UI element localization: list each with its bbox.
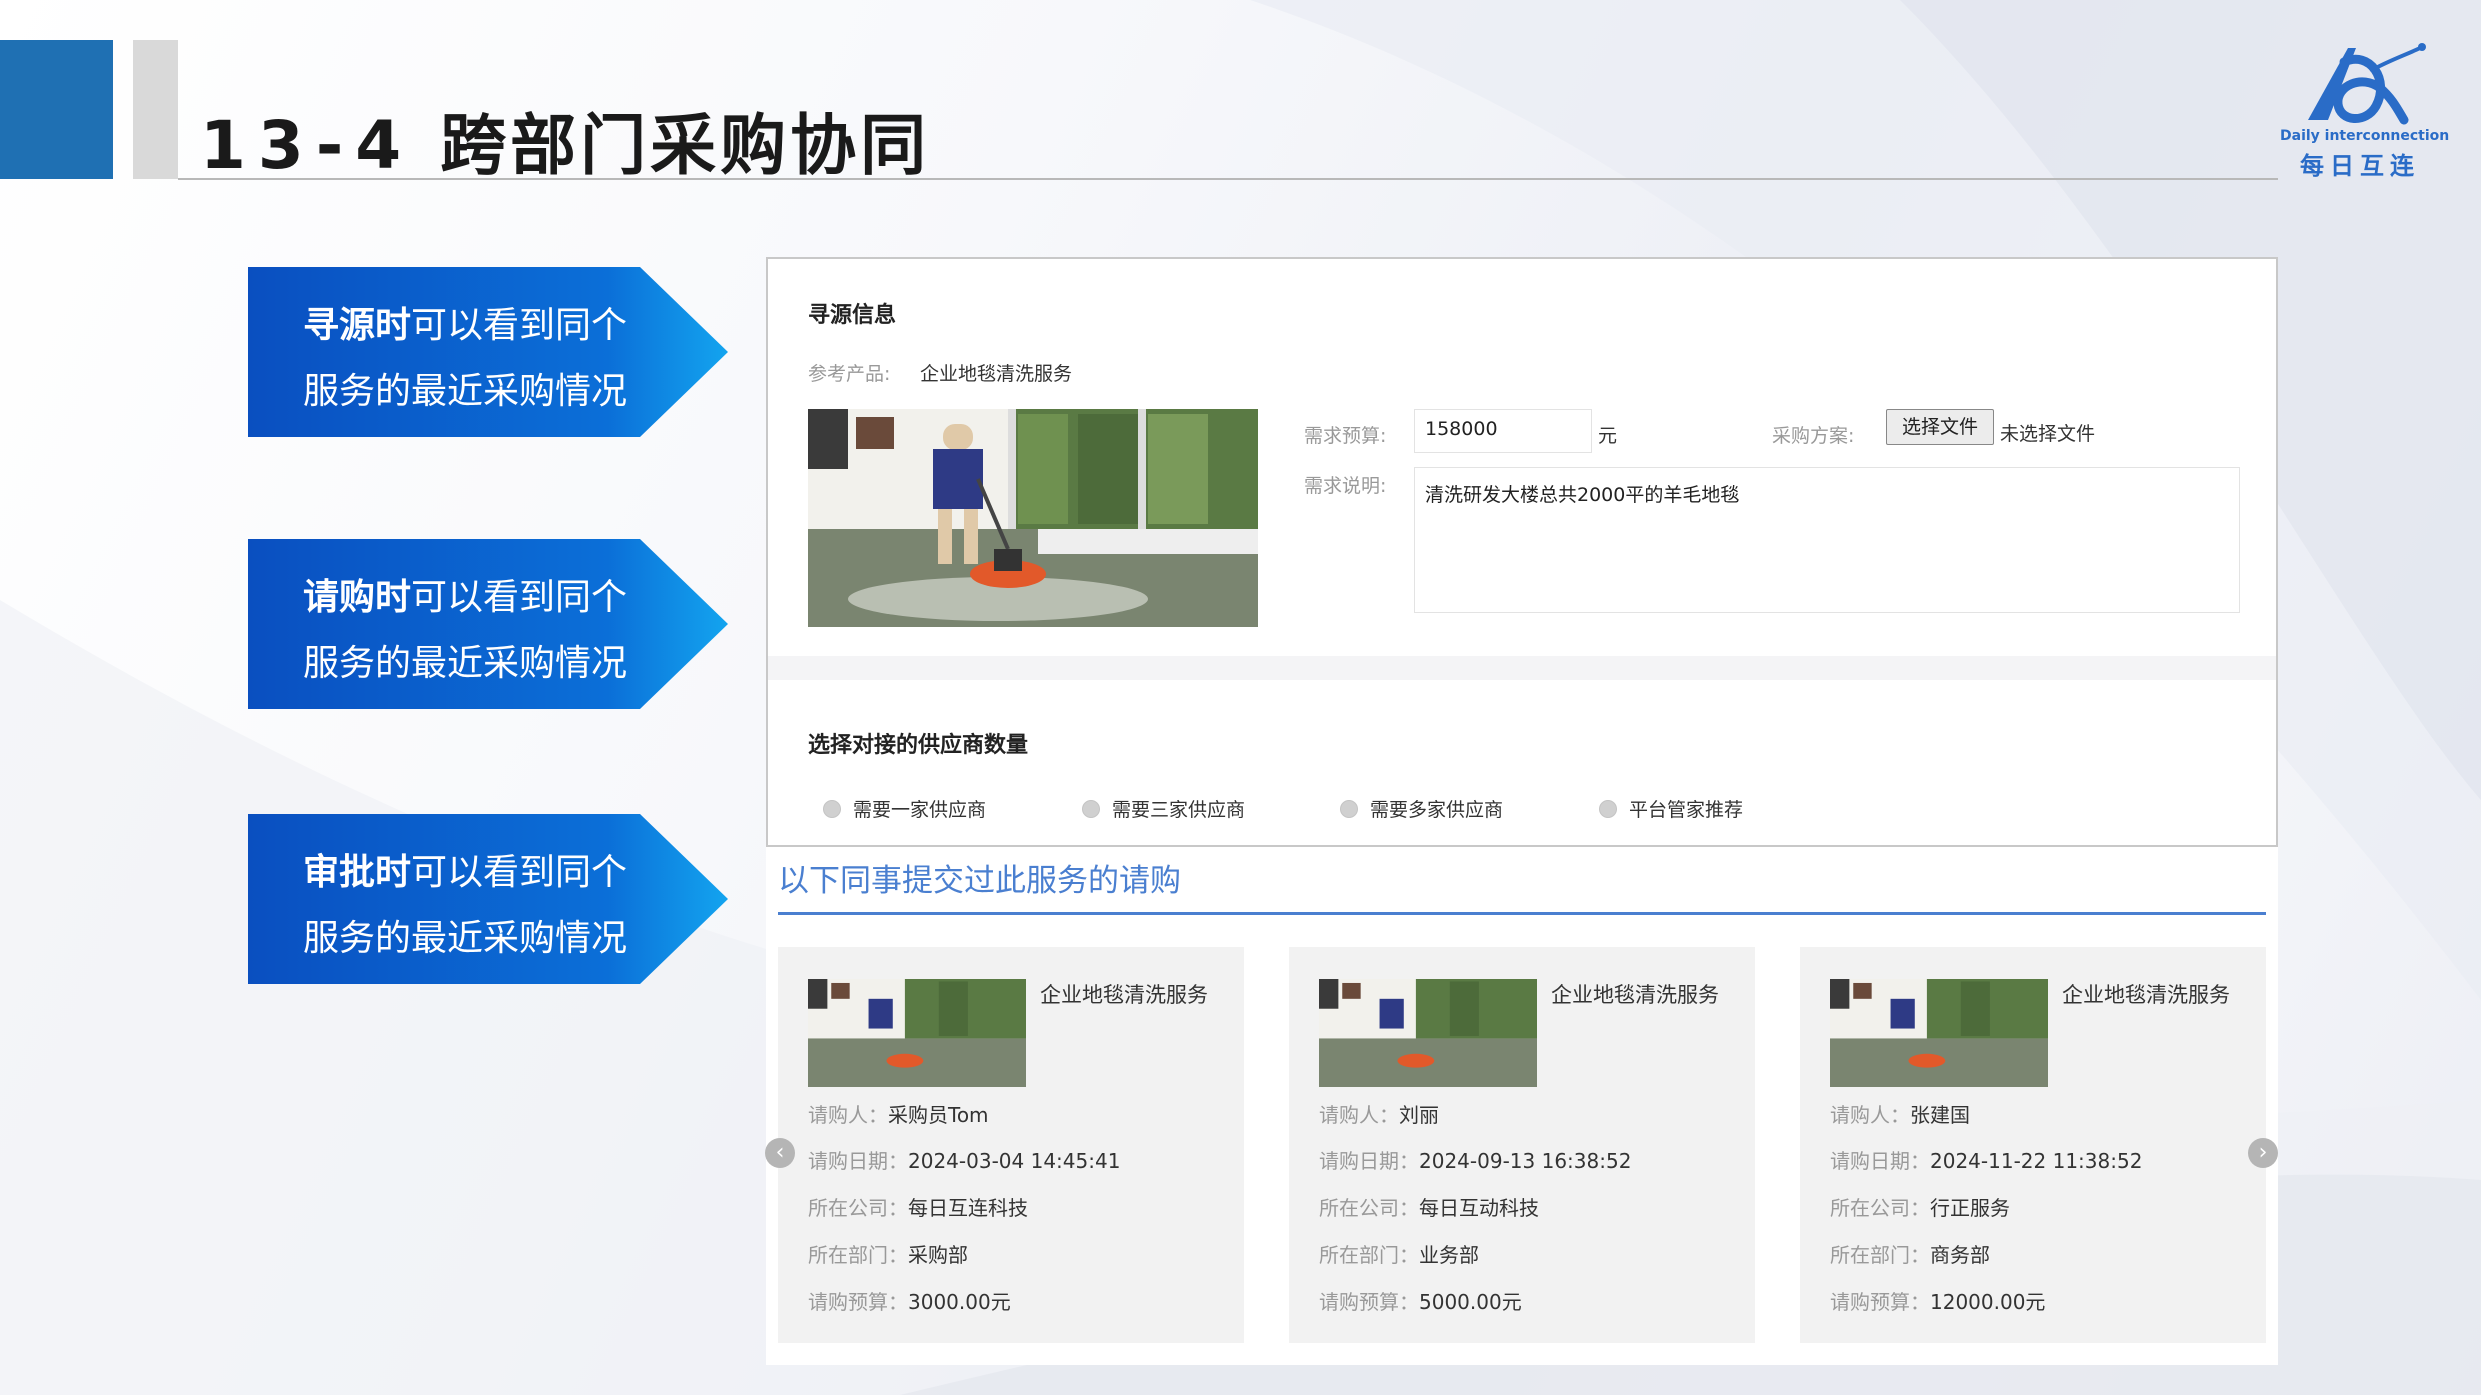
- carpet-cleaning-thumb: [1830, 979, 2048, 1087]
- radio-platform-recommend[interactable]: 平台管家推荐: [1599, 795, 1743, 822]
- carousel-prev-icon[interactable]: ‹: [765, 1138, 795, 1168]
- radio-multiple-suppliers[interactable]: 需要多家供应商: [1340, 795, 1503, 822]
- purchase-card[interactable]: 企业地毯清洗服务 请购人：刘丽 请购日期：2024-09-13 16:38:52…: [1289, 947, 1755, 1343]
- card-thumbnail: [808, 979, 1026, 1087]
- radio-label: 需要三家供应商: [1112, 799, 1246, 821]
- carousel-next-icon[interactable]: ›: [2248, 1138, 2278, 1168]
- card-thumbnail: [1830, 979, 2048, 1087]
- callout-rest: 可以看到同个: [411, 577, 628, 618]
- callout-line2: 服务的最近采购情况: [303, 371, 628, 412]
- logo-chinese-text: 每日互连: [2300, 152, 2420, 180]
- colleague-title-underline: [778, 912, 2266, 915]
- radio-dot-icon: [1082, 799, 1100, 818]
- file-status: 未选择文件: [2000, 423, 2096, 445]
- card-company: 所在公司：每日互连科技: [808, 1196, 1028, 1220]
- header-accent-blue: [0, 40, 113, 179]
- colleague-section-title: 以下同事提交过此服务的请购: [778, 863, 1181, 899]
- carpet-cleaning-thumb: [1319, 979, 1537, 1087]
- budget-unit: 元: [1598, 425, 1618, 447]
- carpet-cleaning-thumb: [808, 979, 1026, 1087]
- card-product-name: 企业地毯清洗服务: [1040, 983, 1208, 1007]
- callout-requisition: 请购时可以看到同个 服务的最近采购情况: [248, 539, 728, 709]
- callout-sourcing: 寻源时可以看到同个 服务的最近采购情况: [248, 267, 728, 437]
- card-thumbnail: [1319, 979, 1537, 1087]
- callout-line2: 服务的最近采购情况: [303, 918, 628, 959]
- card-requester: 请购人：张建国: [1830, 1103, 1970, 1127]
- radio-dot-icon: [1340, 799, 1358, 818]
- section-separator: [768, 656, 2276, 680]
- card-company: 所在公司：行正服务: [1830, 1196, 2010, 1220]
- budget-input[interactable]: 158000: [1414, 409, 1592, 453]
- purchase-card[interactable]: 企业地毯清洗服务 请购人：张建国 请购日期：2024-11-22 11:38:5…: [1800, 947, 2266, 1343]
- radio-label: 需要一家供应商: [853, 799, 987, 821]
- callout-bold: 寻源时: [303, 305, 412, 346]
- card-dept: 所在部门：商务部: [1830, 1243, 1990, 1267]
- desc-label: 需求说明:: [1304, 475, 1387, 497]
- budget-label: 需求预算:: [1304, 425, 1387, 447]
- ref-product-value: 企业地毯清洗服务: [920, 363, 1073, 385]
- logo-english-text: Daily interconnection: [2280, 128, 2450, 144]
- company-logo: Daily interconnection 每日互连: [2280, 40, 2450, 180]
- choose-file-button[interactable]: 选择文件: [1886, 409, 1994, 445]
- page-title-text: 跨部门采购协同: [440, 107, 931, 184]
- card-budget: 请购预算：5000.00元: [1319, 1290, 1522, 1314]
- callout-rest: 可以看到同个: [411, 305, 628, 346]
- card-budget: 请购预算：3000.00元: [808, 1290, 1011, 1314]
- product-image: [808, 409, 1258, 627]
- logo-mark-icon: [2308, 43, 2426, 125]
- radio-dot-icon: [823, 799, 841, 818]
- header-accent-gray: [133, 40, 178, 179]
- radio-one-supplier[interactable]: 需要一家供应商: [823, 795, 986, 822]
- radio-dot-icon: [1599, 799, 1617, 818]
- radio-label: 需要多家供应商: [1370, 799, 1504, 821]
- desc-textarea[interactable]: 清洗研发大楼总共2000平的羊毛地毯: [1414, 467, 2240, 613]
- card-product-name: 企业地毯清洗服务: [2062, 983, 2230, 1007]
- ref-product-label: 参考产品:: [808, 363, 891, 385]
- card-budget: 请购预算：12000.00元: [1830, 1290, 2046, 1314]
- card-company: 所在公司：每日互动科技: [1319, 1196, 1539, 1220]
- callout-bold: 请购时: [303, 577, 412, 618]
- radio-three-suppliers[interactable]: 需要三家供应商: [1082, 795, 1245, 822]
- header-divider: [178, 178, 2278, 180]
- callout-approval: 审批时可以看到同个 服务的最近采购情况: [248, 814, 728, 984]
- sourcing-section-title: 寻源信息: [808, 303, 897, 328]
- card-requester: 请购人：刘丽: [1319, 1103, 1439, 1127]
- card-date: 请购日期：2024-03-04 14:45:41: [808, 1149, 1121, 1173]
- supplier-section-title: 选择对接的供应商数量: [808, 733, 1029, 758]
- purchase-card[interactable]: 企业地毯清洗服务 请购人：采购员Tom 请购日期：2024-03-04 14:4…: [778, 947, 1244, 1343]
- plan-label: 采购方案:: [1772, 425, 1855, 447]
- callout-bold: 审批时: [303, 852, 412, 893]
- sourcing-panel: 寻源信息 参考产品: 企业地毯清洗服务 需求预算: 158000 元 采购方案:…: [766, 257, 2278, 847]
- carpet-cleaning-photo: [808, 409, 1258, 627]
- card-date: 请购日期：2024-11-22 11:38:52: [1830, 1149, 2143, 1173]
- callout-line2: 服务的最近采购情况: [303, 643, 628, 684]
- card-product-name: 企业地毯清洗服务: [1551, 983, 1719, 1007]
- card-date: 请购日期：2024-09-13 16:38:52: [1319, 1149, 1632, 1173]
- card-dept: 所在部门：采购部: [808, 1243, 968, 1267]
- radio-label: 平台管家推荐: [1629, 799, 1744, 821]
- colleague-purchases-section: 以下同事提交过此服务的请购 企业地毯清洗服务 请购人：采购员Tom 请购日期：2…: [766, 847, 2278, 1365]
- page-title-number: 13-4: [200, 107, 414, 184]
- card-requester: 请购人：采购员Tom: [808, 1103, 989, 1127]
- card-dept: 所在部门：业务部: [1319, 1243, 1479, 1267]
- page-title: 13-4 跨部门采购协同: [200, 92, 930, 188]
- callout-rest: 可以看到同个: [411, 852, 628, 893]
